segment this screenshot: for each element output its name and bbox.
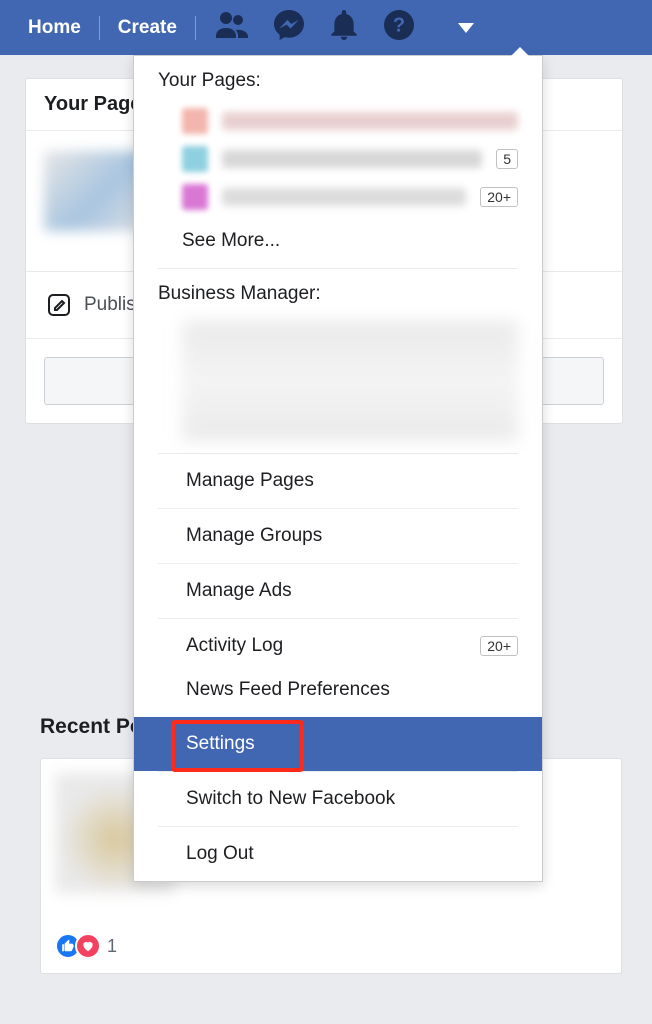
page-name xyxy=(222,112,518,130)
menu-manage-pages[interactable]: Manage Pages xyxy=(134,454,542,508)
business-manager-section-label: Business Manager: xyxy=(134,269,542,315)
nav-separator xyxy=(195,16,196,40)
create-link[interactable]: Create xyxy=(100,17,195,39)
page-list-item[interactable]: 20+ xyxy=(134,178,542,216)
notification-badge: 5 xyxy=(496,149,518,169)
help-icon[interactable]: ? xyxy=(384,10,414,45)
menu-manage-groups[interactable]: Manage Groups xyxy=(134,509,542,563)
pencil-icon xyxy=(44,290,74,320)
business-manager-list[interactable] xyxy=(134,315,542,453)
your-pages-section-label: Your Pages: xyxy=(134,56,542,102)
activity-log-badge: 20+ xyxy=(480,636,518,656)
friends-icon[interactable] xyxy=(216,12,248,43)
svg-text:?: ? xyxy=(393,14,405,36)
page-list-item[interactable] xyxy=(134,102,542,140)
account-menu-caret-icon[interactable] xyxy=(458,23,474,33)
notification-badge: 20+ xyxy=(480,187,518,207)
page-icon xyxy=(182,184,208,210)
page-name xyxy=(222,150,482,168)
page-list-item[interactable]: 5 xyxy=(134,140,542,178)
page-icon xyxy=(182,108,208,134)
messenger-icon[interactable] xyxy=(274,10,304,45)
menu-settings[interactable]: Settings xyxy=(134,717,542,771)
post-reactions[interactable]: 1 xyxy=(55,933,607,959)
notifications-icon[interactable] xyxy=(330,10,358,45)
menu-news-feed-preferences[interactable]: News Feed Preferences xyxy=(134,673,542,717)
reaction-count: 1 xyxy=(107,936,117,957)
menu-switch-to-new-facebook[interactable]: Switch to New Facebook xyxy=(134,772,542,826)
topbar: Home Create ? xyxy=(0,0,652,55)
page-icon xyxy=(182,146,208,172)
menu-manage-ads[interactable]: Manage Ads xyxy=(134,564,542,618)
menu-activity-log[interactable]: Activity Log 20+ xyxy=(134,619,542,673)
see-more-pages[interactable]: See More... xyxy=(134,216,542,268)
page-name xyxy=(222,188,466,206)
love-reaction-icon xyxy=(75,933,101,959)
menu-log-out[interactable]: Log Out xyxy=(134,827,542,881)
account-dropdown: Your Pages: 5 20+ See More... Business M… xyxy=(133,55,543,882)
home-link[interactable]: Home xyxy=(10,17,99,39)
